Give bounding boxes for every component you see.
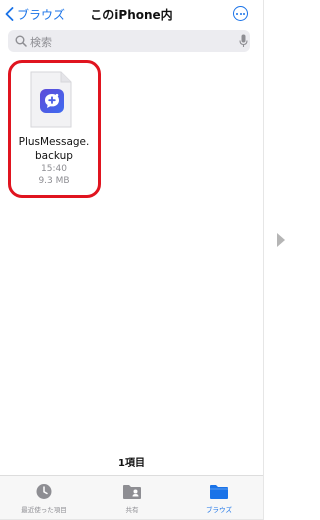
tab-recents[interactable]: 最近使った項目 bbox=[0, 476, 88, 519]
tab-browse[interactable]: ブラウズ bbox=[175, 476, 263, 519]
ellipsis-circle-icon[interactable] bbox=[233, 6, 248, 21]
tab-bar: 最近使った項目 共有 ブラウズ bbox=[0, 475, 263, 519]
page-title: このiPhone内 bbox=[90, 8, 173, 22]
file-size: 9.3 MB bbox=[38, 176, 70, 186]
folder-icon bbox=[210, 485, 228, 499]
item-count: 1項目 bbox=[118, 458, 145, 469]
plusmessage-app-icon bbox=[40, 89, 64, 113]
shared-folder-icon bbox=[123, 485, 141, 499]
search-placeholder: 検索 bbox=[30, 36, 52, 49]
tab-browse-label: ブラウズ bbox=[206, 506, 232, 514]
microphone-icon[interactable] bbox=[239, 34, 248, 48]
files-app-screen: ブラウズ このiPhone内 検索 PlusMessage. backup 15… bbox=[0, 0, 264, 520]
search-field[interactable]: 検索 bbox=[8, 30, 250, 52]
file-name-line-1[interactable]: PlusMessage. bbox=[10, 136, 98, 149]
tab-shared[interactable]: 共有 bbox=[88, 476, 176, 519]
tab-shared-label: 共有 bbox=[125, 506, 139, 514]
tab-recents-label: 最近使った項目 bbox=[21, 506, 67, 514]
clock-icon bbox=[36, 484, 52, 499]
file-name-line-2[interactable]: backup bbox=[10, 150, 98, 163]
navigation-bar: ブラウズ このiPhone内 bbox=[0, 0, 263, 26]
triangle-right-icon bbox=[277, 233, 285, 247]
file-time: 15:40 bbox=[41, 164, 67, 174]
search-icon bbox=[15, 35, 27, 47]
